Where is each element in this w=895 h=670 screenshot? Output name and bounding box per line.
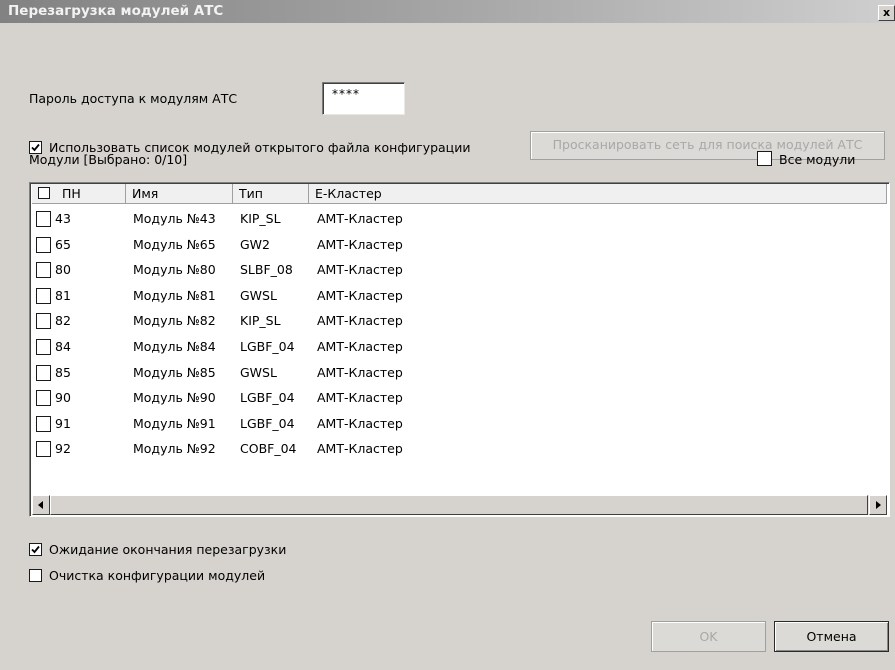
row-type: LGBF_04 xyxy=(240,415,295,431)
row-cluster: АМТ-Кластер xyxy=(317,313,403,329)
row-cluster: АМТ-Кластер xyxy=(317,339,403,354)
wait-reboot-label[interactable]: Ожидание окончания перезагрузки xyxy=(49,542,286,557)
row-type: SLBF_08 xyxy=(240,262,293,278)
column-header-cluster[interactable]: Е-Кластер xyxy=(309,184,887,204)
row-cluster: АМТ-Кластер xyxy=(317,441,403,457)
row-type: COBF_04 xyxy=(240,441,297,457)
row-checkbox[interactable] xyxy=(36,211,51,227)
row-checkbox[interactable] xyxy=(36,287,51,304)
row-name: Модуль №80 xyxy=(133,262,216,278)
row-name: Модуль №84 xyxy=(133,339,216,354)
scroll-left-button[interactable] xyxy=(32,495,50,515)
row-type: GWSL xyxy=(240,287,277,303)
wait-reboot-checkbox[interactable] xyxy=(29,543,42,556)
row-pn: 82 xyxy=(55,313,71,329)
scroll-thumb[interactable] xyxy=(50,495,868,515)
checkmark-icon xyxy=(31,143,40,152)
row-pn: 43 xyxy=(55,211,71,226)
row-pn: 84 xyxy=(55,339,71,354)
row-cluster: АМТ-Кластер xyxy=(317,415,403,431)
ok-button[interactable]: OK xyxy=(651,621,766,652)
row-checkbox[interactable] xyxy=(36,441,51,458)
table-row[interactable]: 43 Модуль №43 KIP_SL АМТ-Кластер xyxy=(32,209,887,231)
close-button[interactable]: x xyxy=(878,5,895,21)
clear-config-checkbox[interactable] xyxy=(29,569,42,582)
scroll-right-button[interactable] xyxy=(869,495,887,515)
row-pn: 65 xyxy=(55,236,71,252)
row-cluster: АМТ-Кластер xyxy=(317,211,403,226)
horizontal-scrollbar[interactable] xyxy=(32,495,887,515)
password-field[interactable]: **** xyxy=(322,82,405,115)
row-name: Модуль №81 xyxy=(133,287,216,303)
row-pn: 92 xyxy=(55,441,71,457)
clear-config-label[interactable]: Очистка конфигурации модулей xyxy=(49,568,265,583)
table-row[interactable]: 91 Модуль №91 LGBF_04 АМТ-Кластер xyxy=(32,414,887,436)
row-checkbox[interactable] xyxy=(36,364,51,381)
row-name: Модуль №92 xyxy=(133,441,216,457)
arrow-left-icon xyxy=(38,501,43,509)
table-row[interactable]: 65 Модуль №65 GW2 АМТ-Кластер xyxy=(32,235,887,257)
row-type: LGBF_04 xyxy=(240,339,295,354)
table-row[interactable]: 80 Модуль №80 SLBF_08 АМТ-Кластер xyxy=(32,260,887,282)
row-type: GW2 xyxy=(240,236,270,252)
table-row[interactable]: 81 Модуль №81 GWSL АМТ-Кластер xyxy=(32,286,887,308)
row-checkbox[interactable] xyxy=(36,236,51,253)
row-pn: 91 xyxy=(55,415,71,431)
reboot-modules-dialog: Перезагрузка модулей АТС x Пароль доступ… xyxy=(0,0,895,670)
row-cluster: АМТ-Кластер xyxy=(317,262,403,278)
row-cluster: АМТ-Кластер xyxy=(317,287,403,303)
window-title: Перезагрузка модулей АТС xyxy=(8,3,224,19)
row-pn: 85 xyxy=(55,364,71,380)
header-select-all-checkbox[interactable] xyxy=(38,187,50,199)
modules-list[interactable]: ПН Имя Тип Е-Кластер 43 Модуль №43 KIP_SL А… xyxy=(29,182,890,517)
row-pn: 80 xyxy=(55,262,71,278)
column-header-pn[interactable]: ПН xyxy=(32,184,126,204)
row-name: Модуль №43 xyxy=(133,211,216,226)
all-modules-label[interactable]: Все модули xyxy=(779,152,855,167)
column-header-type[interactable]: Тип xyxy=(233,184,309,204)
row-checkbox[interactable] xyxy=(36,390,51,407)
row-name: Модуль №82 xyxy=(133,313,216,329)
row-type: LGBF_04 xyxy=(240,390,295,406)
row-type: KIP_SL xyxy=(240,211,281,226)
title-bar[interactable]: Перезагрузка модулей АТС x xyxy=(0,0,895,23)
row-checkbox[interactable] xyxy=(36,415,51,432)
row-cluster: АМТ-Кластер xyxy=(317,364,403,380)
all-modules-checkbox[interactable] xyxy=(757,151,772,166)
row-pn: 90 xyxy=(55,390,71,406)
row-name: Модуль №65 xyxy=(133,236,216,252)
row-cluster: АМТ-Кластер xyxy=(317,390,403,406)
row-checkbox[interactable] xyxy=(36,262,51,279)
table-row[interactable]: 84 Модуль №84 LGBF_04 АМТ-Кластер xyxy=(32,337,887,359)
table-row[interactable]: 90 Модуль №90 LGBF_04 АМТ-Кластер xyxy=(32,388,887,410)
cancel-button[interactable]: Отмена xyxy=(774,621,889,652)
row-checkbox[interactable] xyxy=(36,313,51,330)
row-type: GWSL xyxy=(240,364,277,380)
column-header-name[interactable]: Имя xyxy=(126,184,233,204)
table-row[interactable]: 92 Модуль №92 COBF_04 АМТ-Кластер xyxy=(32,439,887,461)
row-type: KIP_SL xyxy=(240,313,281,329)
modules-caption: Модули [Выбрано: 0/10] xyxy=(29,152,188,167)
table-row[interactable]: 85 Модуль №85 GWSL АМТ-Кластер xyxy=(32,363,887,385)
row-name: Модуль №85 xyxy=(133,364,216,380)
row-name: Модуль №90 xyxy=(133,390,216,406)
row-checkbox[interactable] xyxy=(36,339,51,355)
password-label: Пароль доступа к модулям АТС xyxy=(29,91,238,106)
row-name: Модуль №91 xyxy=(133,415,216,431)
checkmark-icon xyxy=(31,545,40,554)
table-row[interactable]: 82 Модуль №82 KIP_SL АМТ-Кластер xyxy=(32,311,887,333)
row-pn: 81 xyxy=(55,287,71,303)
arrow-right-icon xyxy=(876,501,881,509)
row-cluster: АМТ-Кластер xyxy=(317,236,403,252)
